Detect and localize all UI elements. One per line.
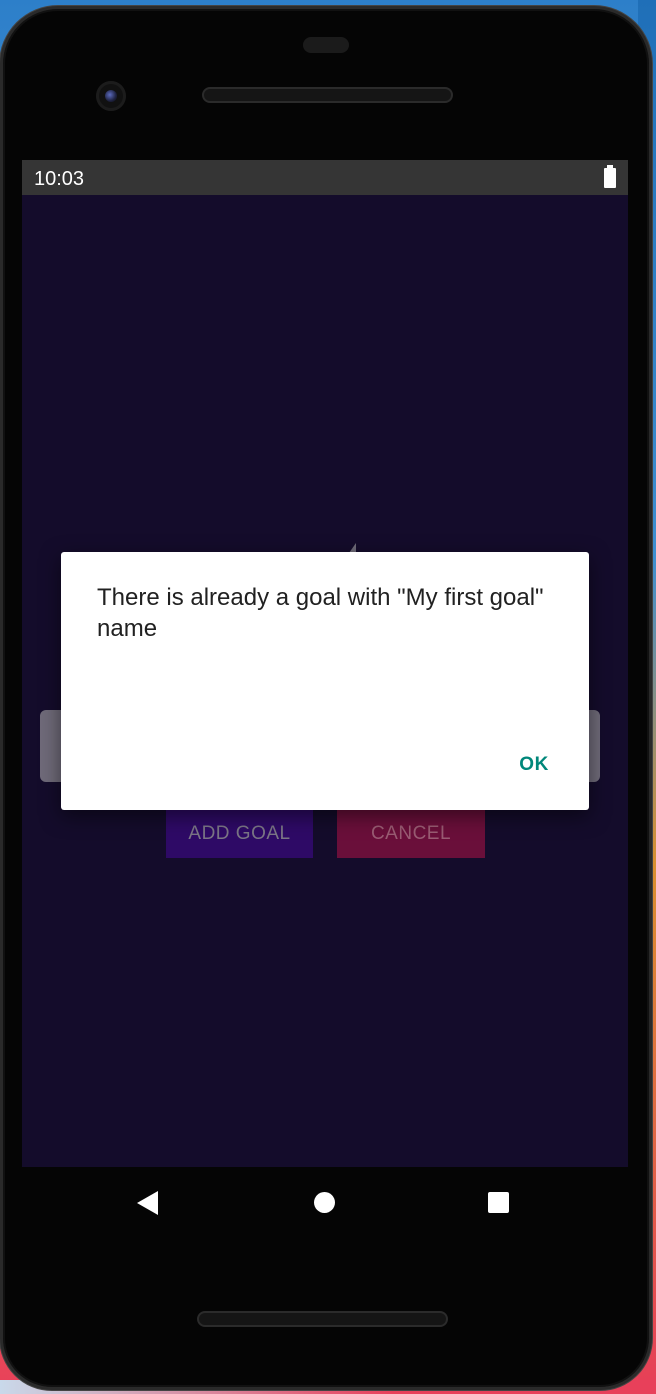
navigation-bar: [22, 1167, 628, 1237]
front-camera-icon: [96, 81, 126, 111]
status-time: 10:03: [34, 168, 85, 190]
dialog-message: There is already a goal with "My first g…: [97, 584, 544, 642]
top-speaker-grill: [202, 87, 453, 103]
battery-full-icon: [604, 165, 616, 188]
add-goal-button[interactable]: ADD GOAL: [166, 810, 313, 858]
home-circle-icon[interactable]: [314, 1192, 335, 1213]
dialog-ok-button[interactable]: OK: [519, 754, 549, 776]
earpiece: [303, 37, 349, 53]
alert-dialog: There is already a goal with "My first g…: [61, 552, 589, 810]
recents-square-icon[interactable]: [488, 1192, 509, 1213]
status-bar: 10:03: [22, 160, 628, 195]
cancel-button[interactable]: CANCEL: [337, 810, 485, 858]
bottom-speaker-grill: [197, 1311, 448, 1327]
back-triangle-icon[interactable]: [137, 1191, 158, 1215]
